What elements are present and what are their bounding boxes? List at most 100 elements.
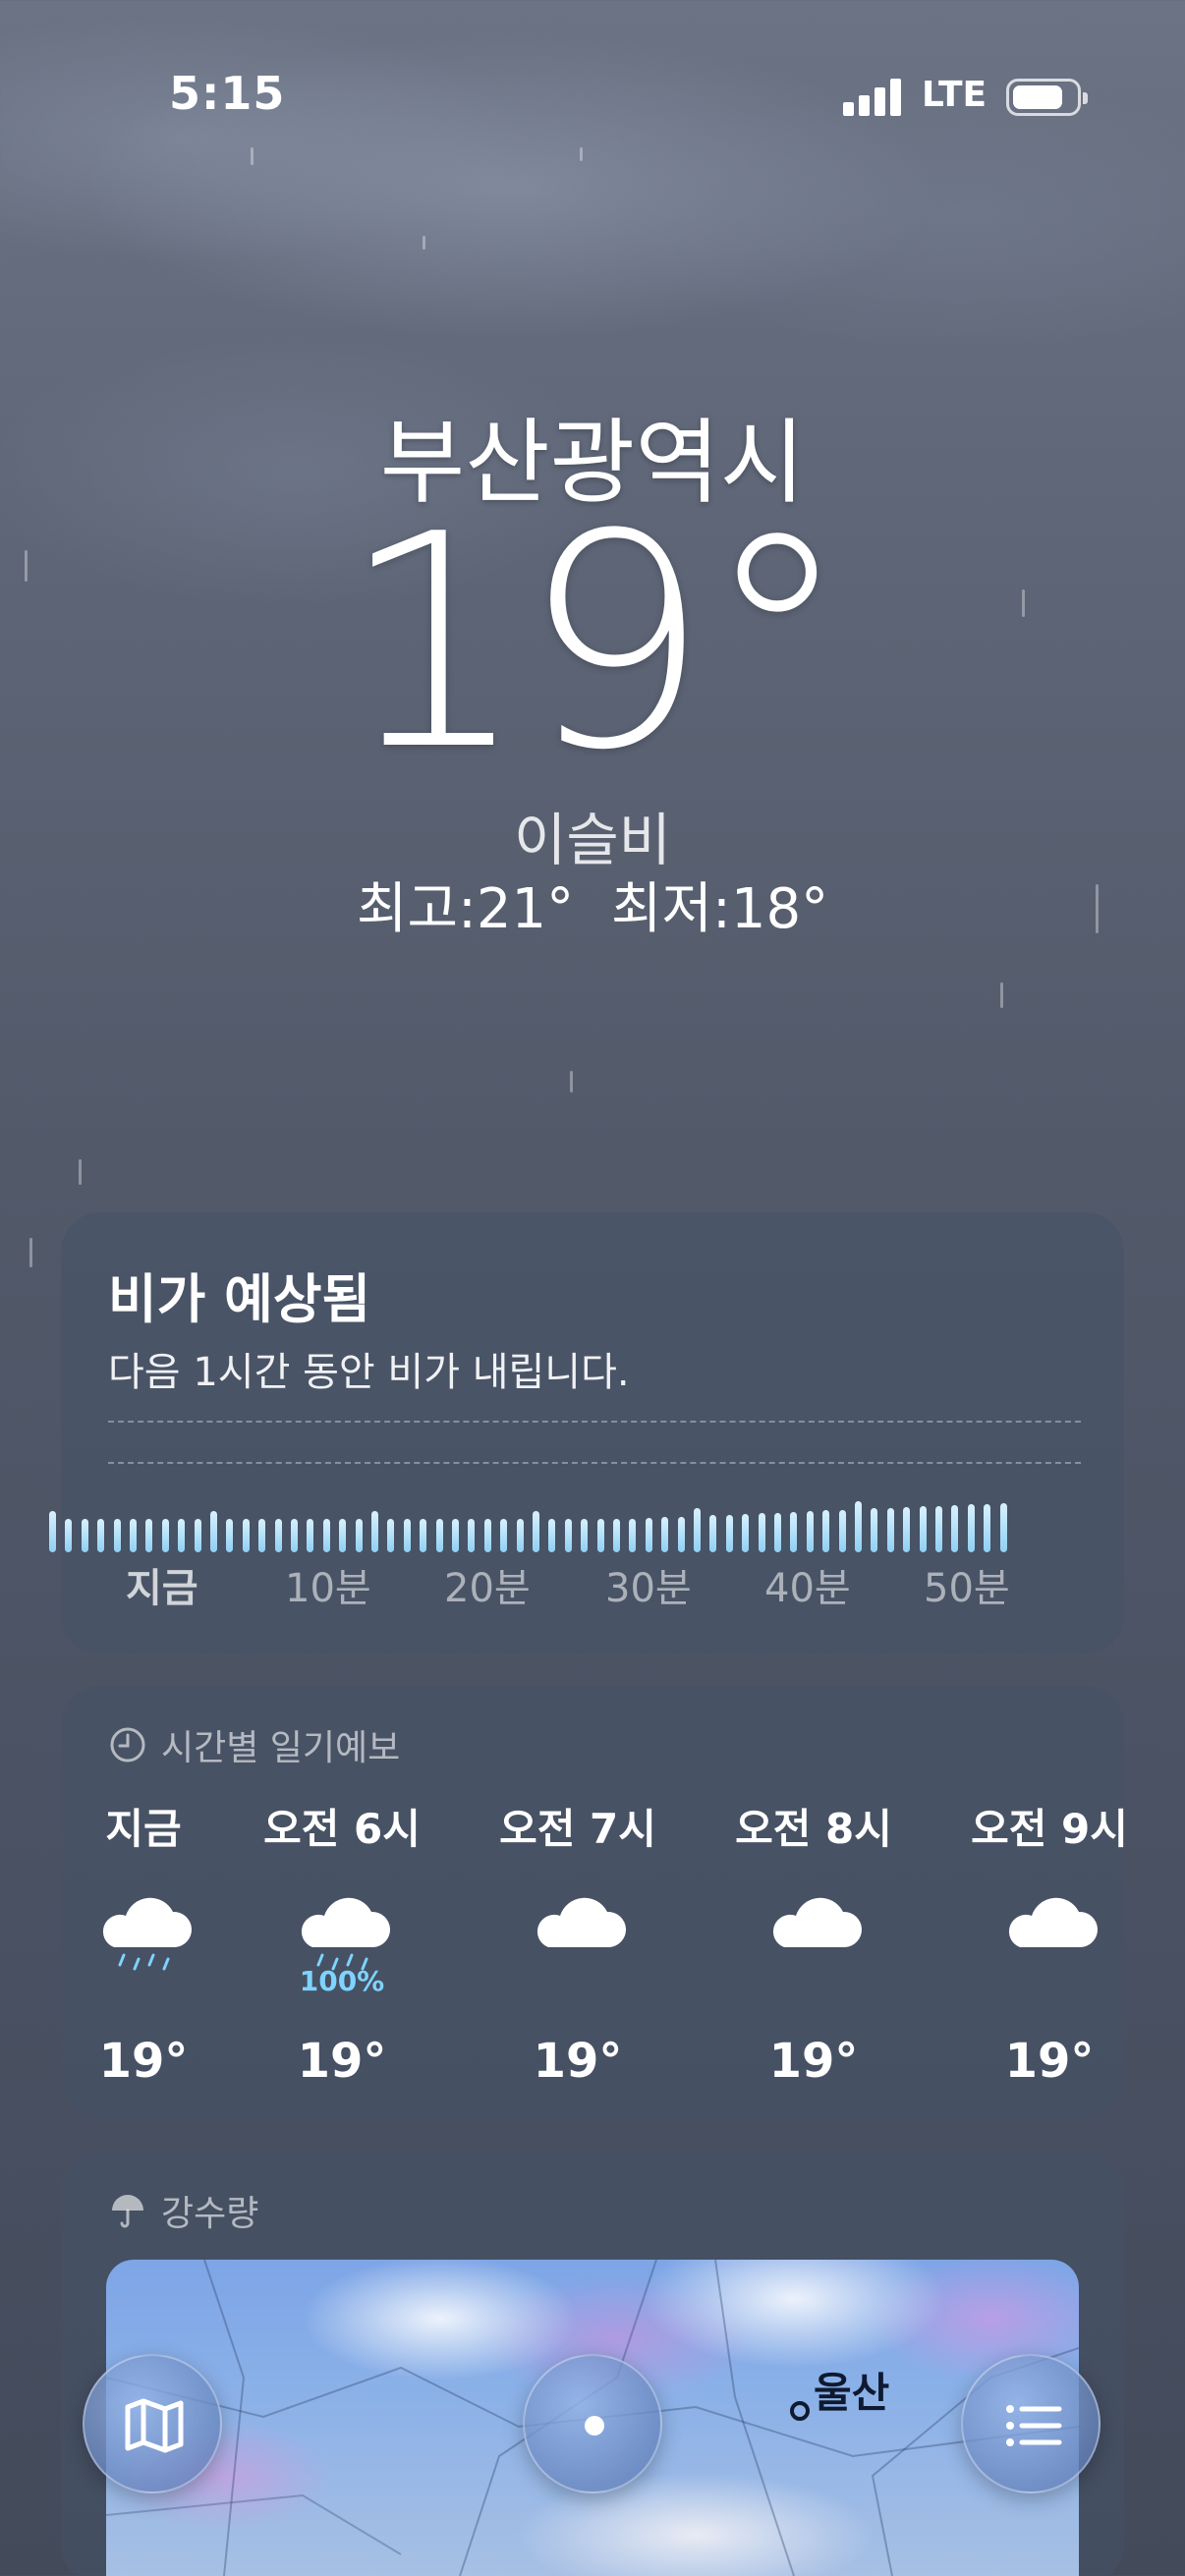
rain-bar: [661, 1517, 669, 1552]
hour-temperature: 19°: [1004, 2034, 1095, 2089]
cloud-drizzle-icon: [102, 1897, 193, 1971]
current-temperature: 19°: [340, 472, 851, 814]
rain-bar: [210, 1511, 217, 1552]
umbrella-icon: [112, 2195, 143, 2228]
list-icon: [1006, 2405, 1062, 2446]
rain-bar: [161, 1519, 169, 1552]
hour-label: 지금: [105, 1805, 182, 1853]
rain-axis-label: 지금: [126, 1566, 198, 1611]
rain-bar: [677, 1516, 685, 1552]
rain-bar: [307, 1519, 314, 1552]
cloud-icon: [1008, 1897, 1099, 1947]
rain-bar: [886, 1507, 894, 1552]
precipitation-section-header: 강수량: [108, 2185, 258, 2236]
rain-bar: [420, 1519, 427, 1552]
rain-bar: [838, 1509, 846, 1552]
rain-bar: [967, 1504, 975, 1552]
rain-bar: [468, 1519, 476, 1552]
map-city-label: 울산: [814, 2369, 890, 2417]
chart-gridline: [108, 1462, 1081, 1464]
rain-bar: [645, 1517, 652, 1552]
rain-bar: [242, 1519, 250, 1552]
rain-bar: [291, 1519, 298, 1552]
rain-bar: [113, 1519, 121, 1552]
rain-axis-label: 40분: [764, 1566, 851, 1611]
rain-axis-label: 20분: [444, 1566, 531, 1611]
rain-bar: [581, 1519, 589, 1552]
rain-bar: [97, 1519, 105, 1552]
high-low: 최고:21° 최저:18°: [0, 865, 1185, 944]
rain-bar: [919, 1506, 927, 1552]
location-list-button[interactable]: [961, 2354, 1100, 2493]
rain-axis-label: 50분: [924, 1566, 1010, 1611]
rain-bar: [533, 1511, 539, 1552]
rain-bar: [130, 1519, 137, 1552]
rain-bar: [500, 1519, 508, 1552]
status-bar: 5:15 LTE: [0, 0, 1185, 196]
network-type: LTE: [922, 75, 988, 115]
rain-bar: [258, 1519, 266, 1552]
rain-bar: [855, 1501, 862, 1552]
status-time: 5:15: [169, 67, 286, 120]
rain-bar: [548, 1519, 556, 1552]
rain-bar: [822, 1510, 830, 1552]
hour-temperature: 19°: [98, 2034, 189, 2089]
hour-label: 오전 8시: [735, 1805, 892, 1853]
rain-bar: [629, 1518, 637, 1552]
precip-chance: 100%: [299, 1965, 385, 1997]
rain-bar: [371, 1511, 378, 1552]
rain-bar: [81, 1519, 88, 1552]
rain-streak: [79, 1159, 82, 1185]
rain-bar: [387, 1519, 395, 1552]
map-icon: [125, 2398, 184, 2453]
rain-bar: [65, 1519, 73, 1552]
rain-streak: [1000, 982, 1003, 1008]
hourly-section-title: 시간별 일기예보: [161, 1728, 401, 1768]
rain-card-subtitle: 다음 1시간 동안 비가 내립니다.: [108, 1350, 630, 1395]
rain-bar: [709, 1515, 717, 1552]
rain-bar: [516, 1519, 524, 1552]
hour-temperature: 19°: [768, 2034, 859, 2089]
precipitation-section-title: 강수량: [161, 2194, 259, 2234]
hour-temperature: 19°: [533, 2034, 623, 2089]
rain-bar: [725, 1514, 733, 1552]
rain-bar: [339, 1519, 347, 1552]
rain-bar: [452, 1519, 459, 1552]
rain-streak: [29, 1238, 32, 1267]
rain-bar: [790, 1511, 798, 1552]
rain-axis-label: 30분: [605, 1566, 692, 1611]
hour-label: 오전 7시: [499, 1805, 656, 1853]
rain-bar: [145, 1519, 153, 1552]
cloud-icon: [772, 1897, 863, 1947]
dot-icon: [585, 2416, 604, 2436]
rain-bar: [322, 1519, 330, 1552]
rain-bar: [984, 1503, 991, 1552]
cellular-signal-icon: [843, 77, 902, 116]
rain-bar: [871, 1508, 878, 1552]
hourly-section-header: 시간별 일기예보: [108, 1719, 400, 1770]
cloud-rain-icon: [301, 1897, 391, 1971]
rain-bar: [694, 1507, 701, 1552]
rain-bar: [435, 1519, 443, 1552]
rain-streak: [570, 1071, 573, 1092]
map-location-marker: [790, 2401, 810, 2421]
rain-bar: [774, 1512, 781, 1552]
rain-bar: [903, 1507, 911, 1552]
hour-label: 오전 6시: [263, 1805, 421, 1853]
map-button[interactable]: [83, 2354, 222, 2493]
rain-bar: [403, 1519, 411, 1552]
current-location-button[interactable]: [523, 2354, 662, 2493]
rain-bar: [999, 1503, 1007, 1552]
rain-axis-label: 10분: [285, 1566, 371, 1611]
rain-bar: [178, 1519, 186, 1552]
rain-card-title: 비가 예상됨: [108, 1268, 371, 1330]
hour-label: 오전 9시: [971, 1805, 1128, 1853]
rain-bar: [564, 1519, 572, 1552]
rain-bar: [49, 1511, 56, 1552]
rain-bar: [951, 1505, 959, 1552]
rain-bar: [483, 1519, 491, 1552]
rain-intensity-chart: [49, 1474, 1022, 1552]
rain-bar: [806, 1511, 814, 1552]
rain-bar: [596, 1519, 604, 1552]
rain-bar: [613, 1519, 620, 1552]
